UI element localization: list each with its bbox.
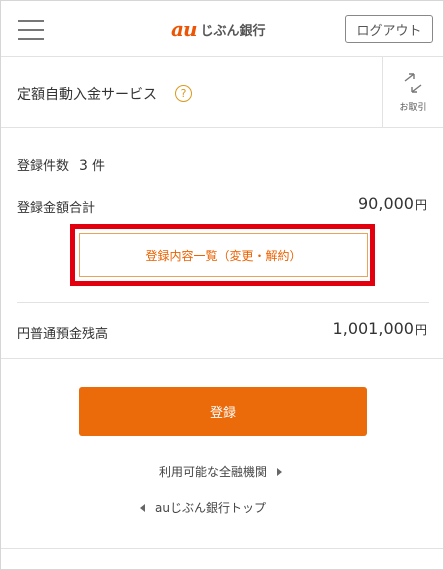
arrow-left-icon [140,503,145,512]
transaction-label: お取引 [399,102,427,113]
count-value: 3 [79,158,88,174]
logo-mark: au [171,17,197,41]
header: au じぶん銀行 ログアウト [1,1,443,57]
balance-label: 円普通預金残高 [17,327,109,342]
balance-unit: 円 [414,323,427,337]
institutions-link-label: 利用可能な全融機関 [159,465,268,479]
logo-text: じぶん銀行 [200,23,266,39]
arrow-right-icon [277,467,283,476]
total-value: 90,000 [358,194,414,213]
home-link[interactable]: auじぶん銀行トップ [140,499,266,516]
logout-button[interactable]: ログアウト [345,15,433,43]
registration-count: 登録件数 3 件 [17,155,105,174]
registration-list-button[interactable]: 登録内容一覧（変更・解約） [79,233,368,277]
balance-amount: 1,001,000 円 [333,319,427,338]
page-frame: au じぶん銀行 ログアウト 定額自動入金サービス ? お取引 登録件数 3 件… [0,0,444,570]
total-unit: 円 [414,198,427,212]
register-button[interactable]: 登録 [79,387,367,436]
count-label: 登録件数 [17,159,70,174]
title-bar: 定額自動入金サービス ? お取引 [1,57,443,128]
total-amount: 90,000 円 [358,194,427,213]
institutions-link[interactable]: 利用可能な全融機関 [159,463,283,480]
help-icon[interactable]: ? [175,85,192,102]
transfer-arrows-icon [404,72,422,93]
logo: au じぶん銀行 [171,17,266,41]
divider [1,358,443,359]
count-unit: 件 [91,159,105,174]
divider [17,302,429,303]
divider [1,548,443,549]
home-link-label: auじぶん銀行トップ [155,501,266,515]
page-title: 定額自動入金サービス [17,87,157,103]
transaction-button[interactable]: お取引 [382,57,443,127]
total-label: 登録金額合計 [17,201,96,216]
balance-value: 1,001,000 [332,319,414,338]
menu-icon[interactable] [18,18,44,42]
